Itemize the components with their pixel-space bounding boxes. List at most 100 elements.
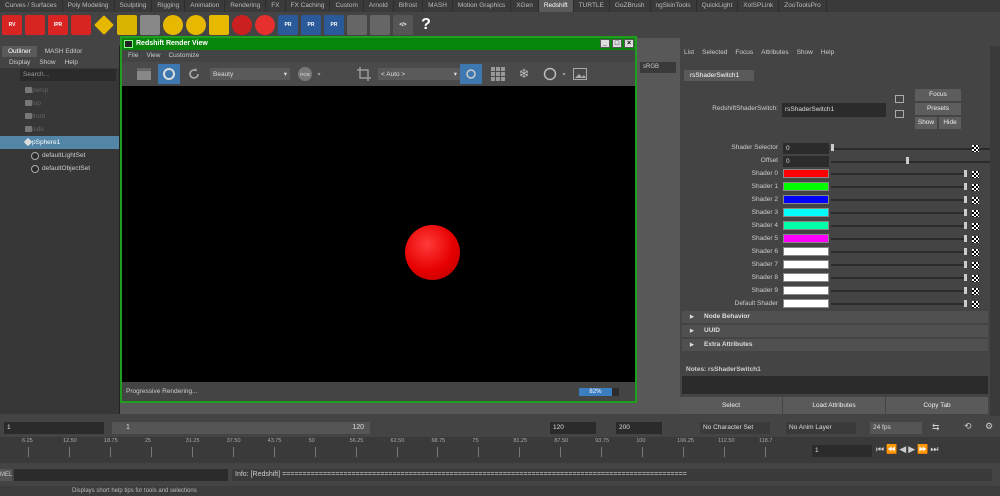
shader-color-swatch[interactable]	[783, 195, 829, 204]
tab-outliner[interactable]: Outliner	[2, 46, 37, 57]
slider-handle[interactable]	[964, 222, 967, 229]
menu-show[interactable]: Show	[39, 57, 55, 68]
menu-display[interactable]: Display	[9, 57, 30, 68]
output-connections-icon[interactable]	[895, 110, 904, 118]
checker-map-icon[interactable]	[972, 288, 979, 295]
shader-slider[interactable]	[831, 277, 964, 279]
shader-slider[interactable]	[831, 212, 964, 214]
shelf-tab-zootoolspro[interactable]: ZooToolsPro	[779, 0, 827, 12]
slider-handle[interactable]	[831, 144, 834, 151]
copy-tab-button[interactable]: Copy Tab	[886, 397, 988, 414]
checker-map-icon[interactable]	[972, 171, 979, 178]
side-dock-tabs[interactable]	[990, 46, 1000, 416]
slider-handle[interactable]	[964, 274, 967, 281]
menu-customize[interactable]: Customize	[168, 50, 199, 62]
shader-slider[interactable]	[831, 303, 964, 305]
start-render-icon[interactable]	[158, 64, 180, 84]
menu-selected[interactable]: Selected	[702, 46, 727, 60]
crop-icon[interactable]	[354, 64, 374, 84]
preferences-icon[interactable]: ⚙	[985, 421, 993, 432]
checker-map-icon[interactable]	[972, 262, 979, 269]
slider-handle[interactable]	[964, 287, 967, 294]
shader-color-swatch[interactable]	[783, 234, 829, 243]
material-sphere-icon[interactable]	[255, 15, 275, 35]
shader-slider[interactable]	[831, 199, 964, 201]
redshift-cube-icon-2[interactable]	[71, 15, 91, 35]
select-button[interactable]: Select	[680, 397, 782, 414]
auto-key-icon[interactable]: ⟲	[964, 421, 972, 432]
outliner-item-defaultlightset[interactable]: defaultLightSet	[0, 149, 119, 162]
shader-color-swatch[interactable]	[783, 169, 829, 178]
render-canvas[interactable]	[122, 86, 635, 376]
proxy-icon-3[interactable]: PR	[324, 15, 344, 35]
load-attributes-button[interactable]: Load Attributes	[783, 397, 885, 414]
light-grid-icon[interactable]	[117, 15, 137, 35]
checker-map-icon[interactable]	[972, 236, 979, 243]
shelf-tab-motion-graphics[interactable]: Motion Graphics	[453, 0, 512, 12]
script-code-icon[interactable]: </>	[393, 15, 413, 35]
checker-map-icon[interactable]	[972, 275, 979, 282]
shelf-tab-fx[interactable]: FX	[266, 0, 286, 12]
time-slider[interactable]: 6.25 12.50 18.75 25 31.25 37.50 43.75 50 56.25 62…	[0, 437, 1000, 463]
shader-color-swatch[interactable]	[783, 208, 829, 217]
section-extra-attributes[interactable]: Extra Attributes	[682, 339, 988, 351]
section-uuid[interactable]: UUID	[682, 325, 988, 337]
menu-help[interactable]: Help	[65, 57, 78, 68]
command-input[interactable]	[14, 469, 228, 481]
diamond-icon[interactable]	[94, 15, 114, 35]
slider-handle[interactable]	[964, 170, 967, 177]
shelf-tab-quicklight[interactable]: QuickLight	[697, 0, 739, 12]
shelf-tab-xgen[interactable]: XGen	[511, 0, 539, 12]
snowflake-freeze-icon[interactable]: ❄	[514, 64, 534, 84]
zoom-select[interactable]: < Auto > ▾	[378, 68, 460, 80]
character-set-select[interactable]: No Character Set	[700, 422, 770, 434]
shelf-tab-sculpting[interactable]: Sculpting	[115, 0, 153, 12]
shader-slider[interactable]	[831, 264, 964, 266]
slider-handle[interactable]	[964, 235, 967, 242]
shader-color-swatch[interactable]	[783, 182, 829, 191]
shelf-tab-fx-caching[interactable]: FX Caching	[286, 0, 331, 12]
focus-target-icon[interactable]	[460, 64, 482, 84]
bowl-icon[interactable]	[370, 15, 390, 35]
srgb-label[interactable]: sRGB	[640, 62, 676, 73]
shelf-tab-xolsplink[interactable]: XolSPLink	[738, 0, 780, 12]
shader-slider[interactable]	[831, 173, 964, 175]
outliner-item-front[interactable]: front	[0, 110, 119, 123]
refresh-icon[interactable]	[184, 64, 204, 84]
menu-focus[interactable]: Focus	[735, 46, 753, 60]
checker-map-icon[interactable]	[972, 210, 979, 217]
outliner-item-psphere1[interactable]: pSphere1	[0, 136, 119, 149]
shader-color-swatch[interactable]	[783, 299, 829, 308]
shelf-tab-custom[interactable]: Custom	[330, 0, 364, 12]
presets-button[interactable]: Presets	[915, 103, 961, 115]
proxy-import-icon[interactable]: PR	[301, 15, 321, 35]
minimize-button[interactable]: _	[600, 39, 610, 48]
area-light-icon[interactable]	[209, 15, 229, 35]
outliner-search-input[interactable]: Search...	[20, 69, 116, 81]
slider-handle[interactable]	[964, 261, 967, 268]
playback-controls[interactable]: ⏮⏪◀▶⏩⏭	[876, 444, 940, 455]
offset-field[interactable]: 0	[783, 156, 829, 167]
outliner-item-persp[interactable]: persp	[0, 84, 119, 97]
shader-selector-field[interactable]: 0	[783, 143, 829, 154]
menu-help[interactable]: Help	[821, 46, 834, 60]
shelf-tab-curves-surfaces[interactable]: Curves / Surfaces	[0, 0, 63, 12]
shelf-tab-arnold[interactable]: Arnold	[364, 0, 394, 12]
shelf-tab-redshift[interactable]: Redshift	[538, 0, 574, 12]
notes-textarea[interactable]	[682, 376, 988, 394]
tab-mash-editor[interactable]: MASH Editor	[39, 46, 89, 57]
outliner-item-side[interactable]: side	[0, 123, 119, 136]
slider-handle[interactable]	[964, 248, 967, 255]
playback-end-field[interactable]: 200	[616, 422, 662, 434]
mel-mode[interactable]: MEL	[0, 469, 12, 481]
menu-view[interactable]: View	[146, 50, 160, 62]
node-name-field[interactable]: rsShaderSwitch1	[782, 103, 886, 117]
shader-color-swatch[interactable]	[783, 286, 829, 295]
aov-select[interactable]: Beauty ▾	[210, 68, 290, 80]
chevron-down-icon[interactable]: ▾	[560, 64, 568, 84]
shader-slider[interactable]	[831, 290, 964, 292]
range-start-field[interactable]: 1	[4, 422, 104, 434]
shelf-tab-gozbrush[interactable]: GoZBrush	[610, 0, 651, 12]
redshift-ipr-icon[interactable]: IPR	[48, 15, 68, 35]
slider-handle[interactable]	[964, 209, 967, 216]
